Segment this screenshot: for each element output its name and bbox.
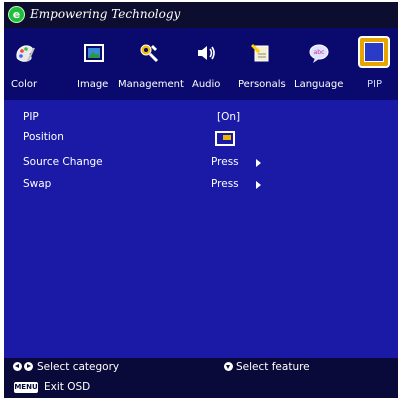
svg-text:abc: abc — [314, 49, 325, 56]
source-change-value[interactable]: Press — [211, 156, 239, 168]
image-icon — [84, 44, 104, 62]
position-marker — [223, 135, 231, 140]
tab-color[interactable]: Color — [4, 28, 44, 100]
menu-row-swap[interactable]: Swap Press — [4, 175, 398, 195]
swap-value[interactable]: Press — [211, 178, 239, 190]
management-icon — [140, 44, 159, 63]
source-change-label: Source Change — [23, 156, 103, 168]
menu-row-position[interactable]: Position — [4, 128, 398, 148]
category-tabs: Color Image Management Audio Personals a… — [4, 28, 398, 100]
footer-hints: Select category Select feature MENU Exit… — [4, 358, 398, 398]
pip-settings-panel: PIP [On] Position Source Change Press Sw… — [4, 100, 398, 358]
down-arrow-button-icon — [224, 362, 233, 371]
position-label: Position — [23, 131, 64, 143]
title-bar: e Empowering Technology — [4, 2, 398, 28]
tab-audio[interactable]: Audio — [188, 28, 228, 100]
position-corner-icon[interactable] — [215, 131, 235, 146]
menu-row-source-change[interactable]: Source Change Press — [4, 153, 398, 173]
tab-label: Audio — [192, 79, 221, 90]
tab-label: Color — [11, 79, 38, 90]
tab-label: PIP — [367, 79, 383, 90]
swap-label: Swap — [23, 178, 52, 190]
brand-logo-icon: e — [8, 6, 25, 23]
pip-label: PIP — [23, 111, 39, 123]
pip-value[interactable]: [On] — [217, 111, 240, 123]
left-arrow-button-icon — [13, 362, 22, 371]
tab-label: Language — [294, 79, 344, 90]
palette-icon — [16, 45, 35, 62]
chevron-right-icon — [256, 159, 261, 167]
personals-icon — [250, 43, 269, 62]
right-arrow-button-icon — [24, 362, 33, 371]
tab-pip[interactable]: PIP — [362, 28, 392, 100]
menu-key-icon: MENU — [14, 382, 38, 393]
tab-label: Personals — [238, 79, 286, 90]
menu-row-pip[interactable]: PIP [On] — [4, 108, 398, 128]
tab-management[interactable]: Management — [114, 28, 184, 100]
tab-image[interactable]: Image — [74, 28, 114, 100]
tab-label: Management — [118, 79, 184, 90]
exit-osd-hint: Exit OSD — [44, 381, 91, 393]
osd-window: e Empowering Technology Color Image Mana… — [4, 2, 398, 398]
tab-personals[interactable]: Personals — [236, 28, 292, 100]
tab-label: Image — [77, 79, 109, 90]
chevron-right-icon — [256, 181, 261, 189]
brand-text: Empowering Technology — [30, 7, 181, 21]
select-feature-hint: Select feature — [236, 361, 310, 373]
tab-language[interactable]: abc Language — [294, 28, 350, 100]
select-category-hint: Select category — [37, 361, 120, 373]
speaker-icon — [198, 46, 215, 60]
language-icon: abc — [309, 44, 329, 63]
